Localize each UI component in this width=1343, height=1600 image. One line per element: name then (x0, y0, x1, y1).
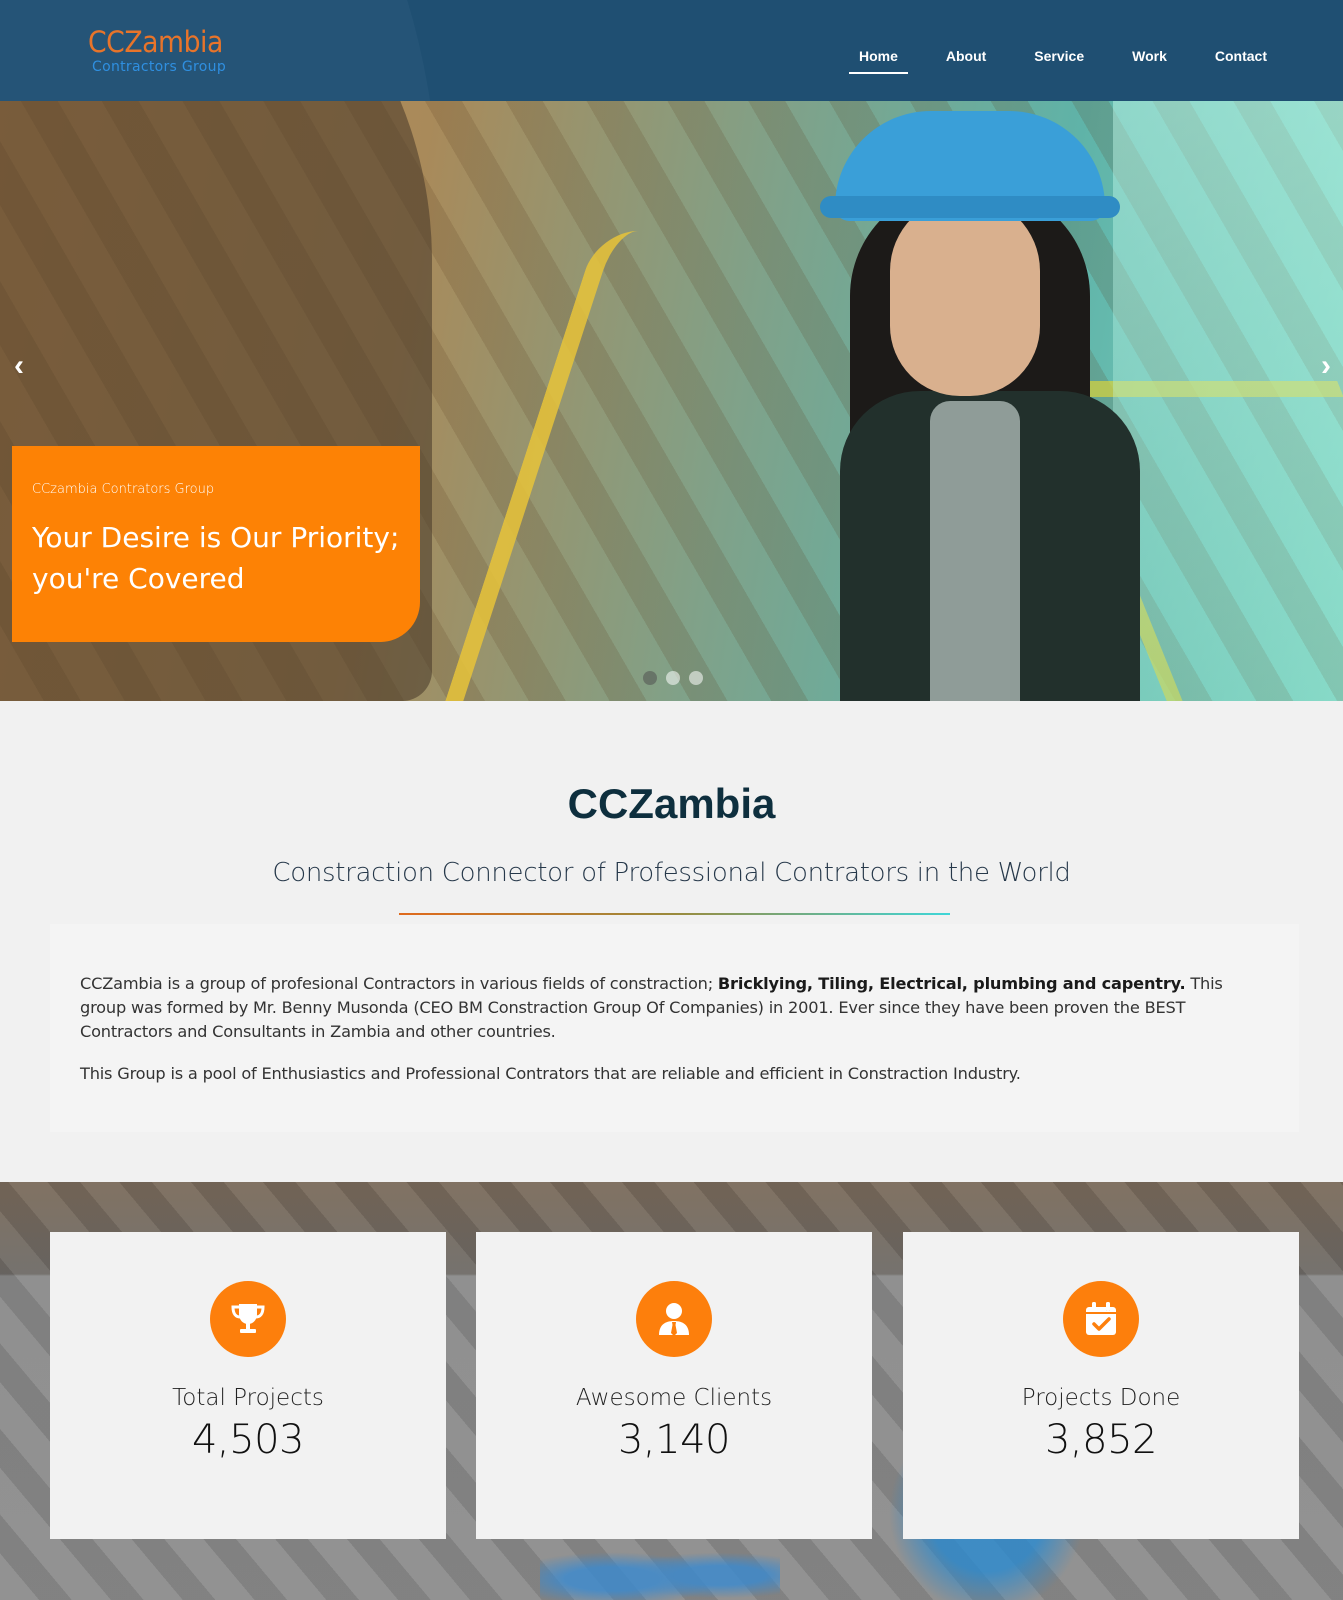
stats-section: Total Projects 4,503 Awesome Clients 3,1… (0, 1182, 1343, 1600)
stat-card-total-projects: Total Projects 4,503 (50, 1232, 446, 1539)
caption-headline: Your Desire is Our Priority; you're Cove… (32, 521, 400, 595)
slider-dot[interactable] (666, 671, 680, 685)
main-nav: Home About Service Work Contact (835, 38, 1291, 76)
caption-subtitle: CCzambia Contrators Group (32, 482, 215, 497)
trophy-icon (210, 1281, 286, 1357)
site-logo[interactable]: CCZambia Contractors Group (88, 25, 235, 76)
slider-dot[interactable] (643, 671, 657, 685)
logo-tagline: Contractors Group (92, 59, 227, 75)
chevron-left-icon[interactable]: ‹ (14, 351, 24, 381)
about-services-bold: Bricklying, Tiling, Electrical, plumbing… (717, 974, 1186, 993)
about-section: CCZambia Constraction Connector of Profe… (0, 701, 1343, 1182)
slider-indicators (643, 671, 703, 685)
user-tie-icon (636, 1281, 712, 1357)
stat-value: 3,852 (1044, 1417, 1158, 1463)
about-title: CCZambia (567, 780, 776, 827)
hero-caption: CCzambia Contrators Group Your Desire is… (12, 446, 420, 642)
stat-label: Projects Done (1021, 1385, 1181, 1411)
gradient-divider (399, 913, 950, 915)
about-text: CCZambia is a group of profesional Contr… (80, 974, 718, 993)
calendar-check-icon (1063, 1281, 1139, 1357)
stat-card-projects-done: Projects Done 3,852 (903, 1232, 1299, 1539)
nav-service[interactable]: Service (1010, 38, 1108, 76)
nav-work[interactable]: Work (1108, 38, 1191, 76)
logo-name: CCZambia (88, 25, 223, 59)
site-header: CCZambia Contractors Group Home About Se… (0, 0, 1343, 101)
hero-slider: ‹ › CCzambia Contrators Group Your Desir… (0, 101, 1343, 701)
hero-worker-image (800, 111, 1180, 701)
about-text-box: CCZambia is a group of profesional Contr… (50, 924, 1299, 1132)
stat-card-awesome-clients: Awesome Clients 3,140 (476, 1232, 872, 1539)
stat-label: Total Projects (172, 1385, 324, 1411)
nav-home[interactable]: Home (835, 38, 922, 76)
about-subtitle: Constraction Connector of Professional C… (272, 858, 1071, 888)
stat-label: Awesome Clients (575, 1385, 773, 1411)
nav-about[interactable]: About (922, 38, 1010, 76)
stat-value: 3,140 (617, 1417, 731, 1463)
about-paragraph: This Group is a pool of Enthusiastics an… (80, 1064, 1021, 1083)
stat-value: 4,503 (191, 1417, 305, 1463)
slider-dot[interactable] (689, 671, 703, 685)
nav-contact[interactable]: Contact (1191, 38, 1291, 76)
about-paragraph: CCZambia is a group of profesional Contr… (80, 972, 1269, 1044)
stats-background-image (540, 1537, 780, 1600)
chevron-right-icon[interactable]: › (1321, 351, 1331, 381)
